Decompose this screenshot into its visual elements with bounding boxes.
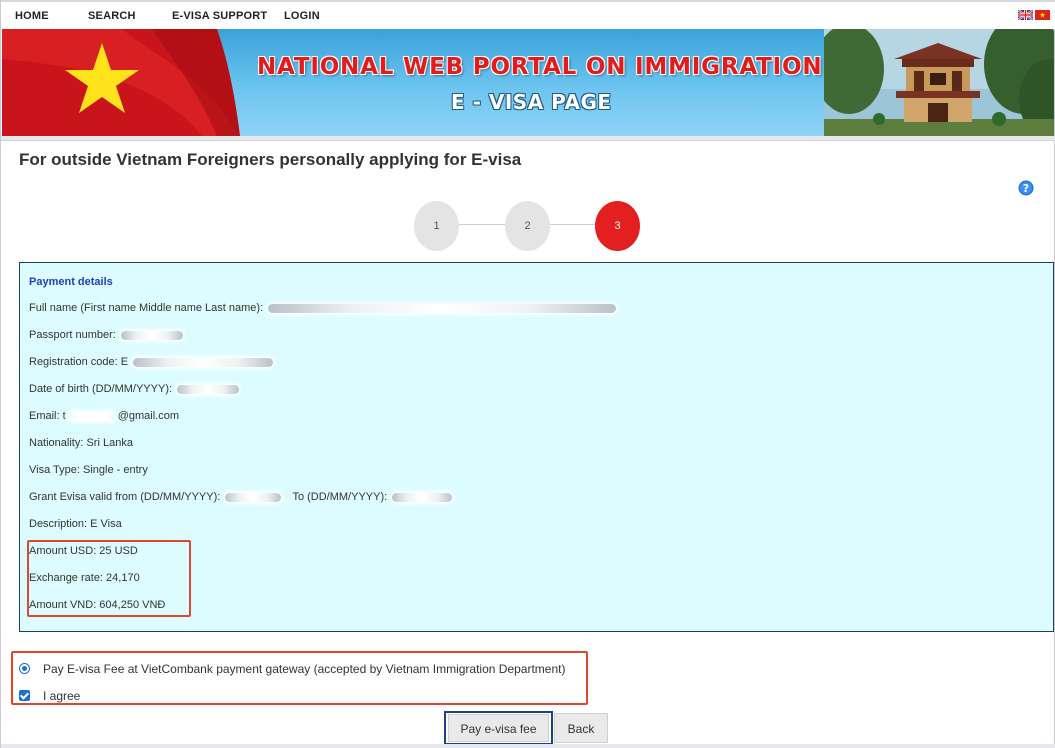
banner-subtitle: E - VISA PAGE (451, 90, 612, 114)
nav-evisa-support[interactable]: E-VISA SUPPORT (172, 10, 267, 22)
grant-validity-row: Grant Evisa valid from (DD/MM/YYYY): To … (29, 491, 454, 503)
back-button[interactable]: Back (554, 713, 608, 743)
step-connector (550, 224, 596, 225)
nav-login[interactable]: LOGIN (284, 10, 320, 22)
email-suffix: @gmail.com (117, 410, 179, 422)
full-name-label: Full name (First name Middle name Last n… (29, 302, 264, 314)
email-row: Email: t @gmail.com (29, 410, 179, 422)
step-1: 1 (414, 201, 459, 251)
english-flag-icon[interactable] (1018, 10, 1033, 20)
redacted-value (177, 384, 240, 394)
nav-home[interactable]: HOME (15, 10, 49, 22)
registration-label: Registration code: E (29, 356, 129, 368)
redacted-value (268, 303, 617, 313)
pay-evisa-fee-button[interactable]: Pay e-visa fee (448, 714, 549, 742)
options-highlight-annotation (11, 651, 588, 705)
redacted-value (67, 411, 116, 421)
grant-to-label: To (DD/MM/YYYY): (292, 491, 388, 503)
banner-divider (1, 136, 1055, 141)
redacted-value (120, 330, 183, 340)
dob-label: Date of birth (DD/MM/YYYY): (29, 383, 173, 395)
header-banner: NATIONAL WEB PORTAL ON IMMIGRATION E - V… (2, 29, 1054, 136)
redacted-value (225, 492, 282, 502)
temple-photo (824, 29, 1054, 136)
top-nav: HOME SEARCH E-VISA SUPPORT LOGIN (1, 0, 1055, 29)
dob-row: Date of birth (DD/MM/YYYY): (29, 383, 241, 395)
page-title: For outside Vietnam Foreigners personall… (19, 150, 522, 169)
banner-title: NATIONAL WEB PORTAL ON IMMIGRATION (257, 54, 823, 80)
email-label: Email: t (29, 410, 66, 422)
redacted-value (392, 492, 453, 502)
grant-from-label: Grant Evisa valid from (DD/MM/YYYY): (29, 491, 221, 503)
vietnam-flag-graphic (2, 29, 240, 136)
vietnam-flag-icon[interactable] (1035, 10, 1050, 20)
bottom-bar (1, 744, 1055, 748)
step-2: 2 (505, 201, 550, 251)
pay-button-highlight: Pay e-visa fee (444, 711, 553, 745)
step-3-active: 3 (595, 201, 640, 251)
full-name-row: Full name (First name Middle name Last n… (29, 302, 618, 314)
passport-row: Passport number: (29, 329, 185, 341)
svg-text:?: ? (1023, 182, 1029, 195)
registration-row: Registration code: E (29, 356, 275, 368)
question-icon[interactable]: ? (1018, 180, 1034, 196)
page: HOME SEARCH E-VISA SUPPORT LOGIN NATIONA… (0, 0, 1055, 748)
visa-type-row: Visa Type: Single - entry (29, 464, 148, 476)
amount-highlight-annotation (27, 540, 191, 617)
nav-search[interactable]: SEARCH (88, 10, 136, 22)
description-row: Description: E Visa (29, 518, 122, 530)
nationality-row: Nationality: Sri Lanka (29, 437, 133, 449)
redacted-value (133, 357, 274, 367)
step-connector (459, 224, 507, 225)
passport-label: Passport number: (29, 329, 116, 341)
payment-details-title: Payment details (29, 276, 113, 288)
